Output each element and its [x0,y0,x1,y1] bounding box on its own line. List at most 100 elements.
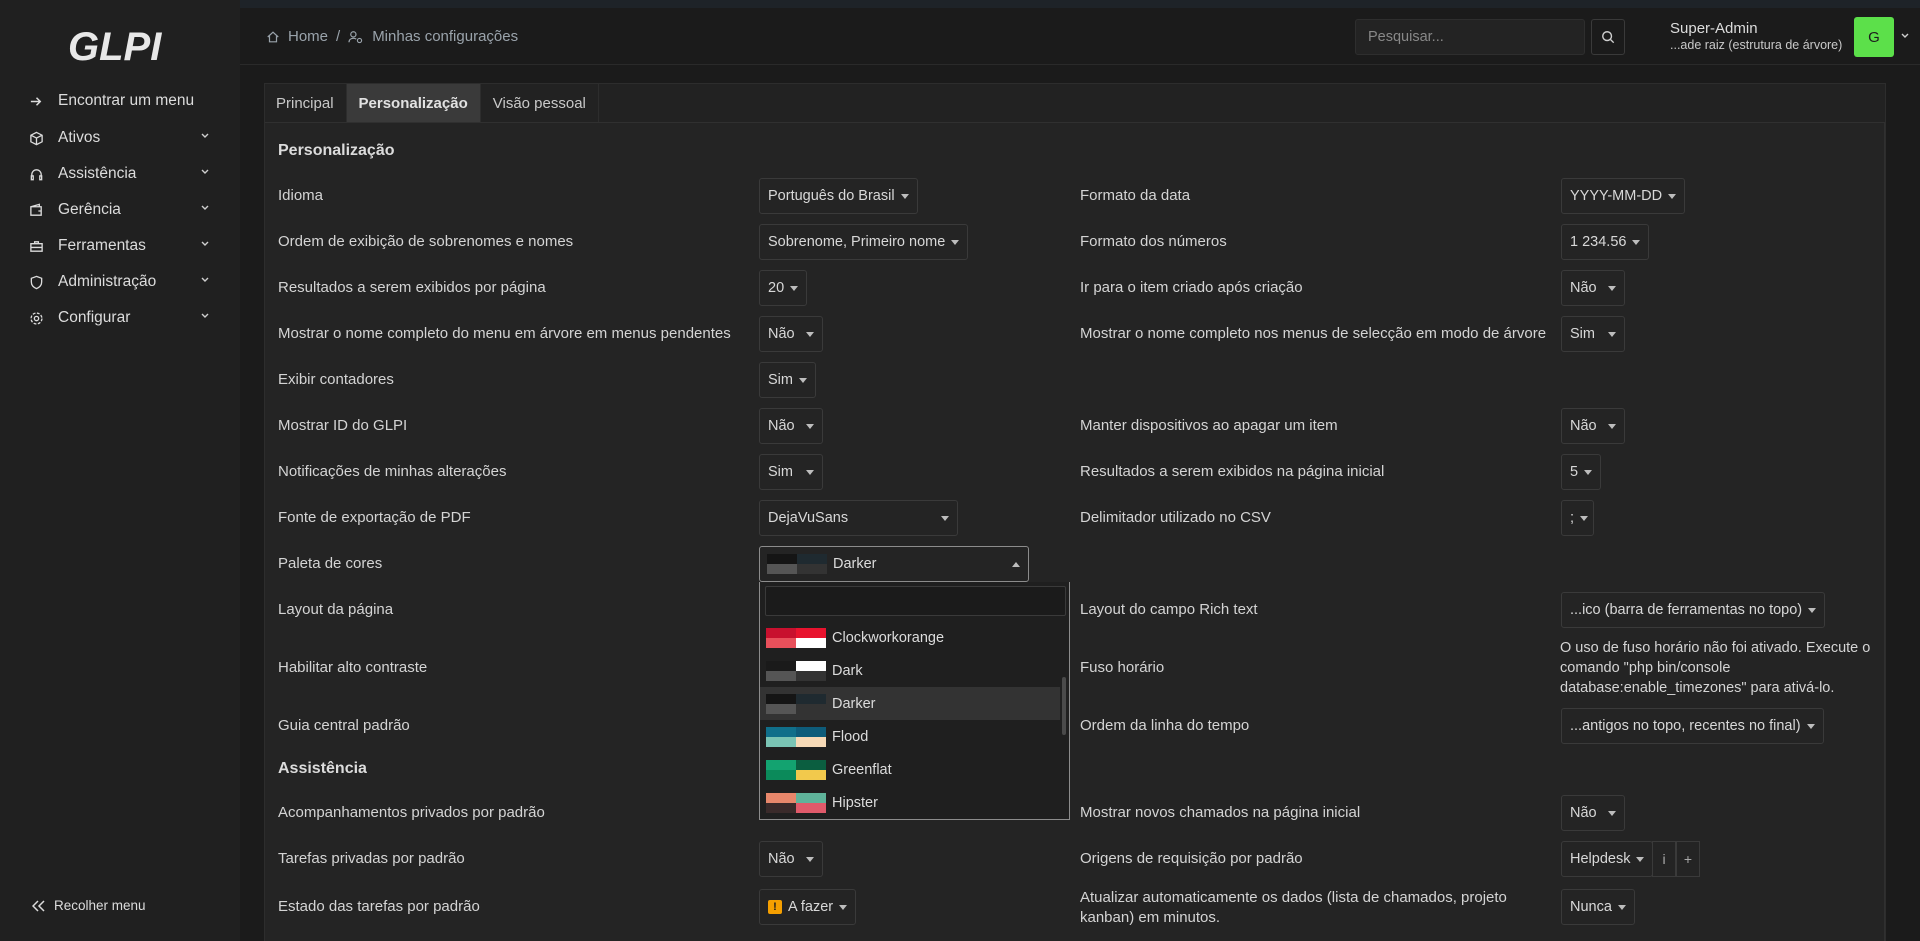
delimitador-select[interactable]: ; [1561,500,1594,536]
palette-option-label: Clockworkorange [832,629,945,646]
ordem-linha-select[interactable]: ...antigos no topo, recentes no final) [1561,708,1824,744]
caret-down-icon [806,469,814,475]
ordem-nomes-value: Sobrenome, Primeiro nome [768,234,946,250]
contadores-select[interactable]: Sim [759,362,816,398]
origens-select[interactable]: Helpdesk [1561,841,1654,877]
add-button[interactable]: + [1676,841,1700,877]
palette-option[interactable]: Darker [760,687,1060,720]
novos-chamados-value: Não [1570,805,1597,821]
sidebar-item-configurar[interactable]: Configurar [0,300,240,336]
resultados-pagina-select[interactable]: 20 [759,270,808,306]
caret-down-icon [806,331,814,337]
palette-swatch [766,693,826,714]
estado-tarefas-select[interactable]: ! A fazer [759,889,857,925]
paleta-select[interactable]: Darker [759,546,1029,582]
section-title-assistencia: Assistência [278,760,367,777]
formato-data-select[interactable]: YYYY-MM-DD [1561,178,1686,214]
collapse-menu-button[interactable]: Recolher menu [32,898,146,913]
info-button[interactable]: i [1652,841,1676,877]
chevron-down-icon [201,313,209,318]
formato-data-label: Formato da data [1080,187,1191,204]
chevron-down-icon[interactable] [1900,32,1910,40]
palette-option[interactable]: Flood [760,720,1060,753]
novos-chamados-select[interactable]: Não [1561,795,1625,831]
ordem-nomes-label: Ordem de exibição de sobrenomes e nomes [278,233,574,250]
formato-data-value: YYYY-MM-DD [1570,188,1663,204]
headset-icon [28,166,44,182]
formato-numeros-select[interactable]: 1 234.56 [1561,224,1650,260]
caret-down-icon [806,856,814,862]
resultados-inicial-select[interactable]: 5 [1561,454,1602,490]
sidebar-item-label: Administração [58,273,157,290]
layout-pagina-label: Layout da página [278,601,394,618]
sidebar-item-ativos[interactable]: Ativos [0,120,240,156]
palette-option-label: Darker [832,695,876,712]
layout-rich-select[interactable]: ...ico (barra de ferramentas no topo) [1561,592,1826,628]
breadcrumb-current[interactable]: Minhas configurações [372,28,518,45]
palette-search-input[interactable] [765,586,1066,616]
search-button[interactable] [1591,19,1625,55]
palette-option[interactable]: Hipster [760,786,1060,819]
caret-down-icon [1608,331,1616,337]
search-input[interactable]: Pesquisar... [1355,19,1585,55]
idioma-value: Português do Brasil [768,188,895,204]
glpi-logo[interactable]: GLPI [66,22,176,72]
sidebar-item-administracao[interactable]: Administração [0,264,240,300]
mostrar-id-value: Não [768,418,795,434]
ir-item-select[interactable]: Não [1561,270,1625,306]
avatar[interactable]: G [1854,17,1894,57]
caret-down-icon [1636,856,1645,862]
delimitador-value: ; [1570,510,1575,526]
palette-swatch [766,660,826,681]
resultados-inicial-value: 5 [1570,464,1579,480]
palette-option-label: Dark [832,662,863,679]
ordem-linha-value: ...antigos no topo, recentes no final) [1570,718,1801,734]
arrow-right-icon [28,93,44,109]
user-entity: ...ade raiz (estrutura de árvore) [1670,38,1843,52]
sidebar-item-label: Configurar [58,309,131,326]
idioma-select[interactable]: Português do Brasil [759,178,918,214]
dropdown-scrollbar[interactable] [1062,677,1066,735]
manter-disp-select[interactable]: Não [1561,408,1625,444]
sidebar-item-assistencia[interactable]: Assistência [0,156,240,192]
chevron-down-icon [201,133,209,138]
notificacoes-select[interactable]: Sim [759,454,823,490]
nome-selecao-select[interactable]: Sim [1561,316,1625,352]
manter-disp-value: Não [1570,418,1597,434]
find-menu-link[interactable]: Encontrar um menu [0,83,240,119]
user-menu[interactable]: Super-Admin ...ade raiz (estrutura de ár… [1670,21,1842,53]
atualizar-select[interactable]: Nunca [1561,889,1635,925]
sidebar-item-gerencia[interactable]: Gerência [0,192,240,228]
mostrar-id-select[interactable]: Não [759,408,823,444]
ordem-nomes-select[interactable]: Sobrenome, Primeiro nome [759,224,969,260]
fonte-pdf-select[interactable]: DejaVuSans [759,500,958,536]
fuso-label: Fuso horário [1080,659,1165,676]
tab-personalizacao[interactable]: Personalização [346,84,481,122]
palette-swatch [766,759,826,780]
palette-option[interactable]: Clockworkorange [760,621,1060,654]
palette-swatch [767,554,827,574]
resultados-inicial-label: Resultados a serem exibidos na página in… [1080,463,1385,480]
estado-tarefas-value: A fazer [788,899,834,915]
warning-icon: ! [768,900,782,914]
origens-value: Helpdesk [1570,851,1631,867]
palette-option[interactable]: Dark [760,654,1060,687]
resultados-pagina-label: Resultados a serem exibidos por página [278,279,546,296]
breadcrumb-home[interactable]: Home [288,28,328,45]
user-name: Super-Admin [1670,20,1758,37]
cube-icon [28,130,44,146]
caret-down-icon [1608,285,1616,291]
contadores-label: Exibir contadores [278,371,394,388]
sidebar-item-label: Ferramentas [58,237,146,254]
sidebar-item-ferramentas[interactable]: Ferramentas [0,228,240,264]
caret-down-icon [1608,810,1616,816]
palette-option[interactable]: Greenflat [760,753,1060,786]
nome-menu-select[interactable]: Não [759,316,823,352]
contadores-value: Sim [768,372,793,388]
tab-principal[interactable]: Principal [264,84,347,122]
section-title-personalizacao: Personalização [278,142,395,159]
logo-text: GLPI [68,25,162,69]
palette-option-label: Greenflat [832,761,892,778]
tab-visao-pessoal[interactable]: Visão pessoal [481,84,599,122]
tarefas-privadas-select[interactable]: Não [759,841,823,877]
